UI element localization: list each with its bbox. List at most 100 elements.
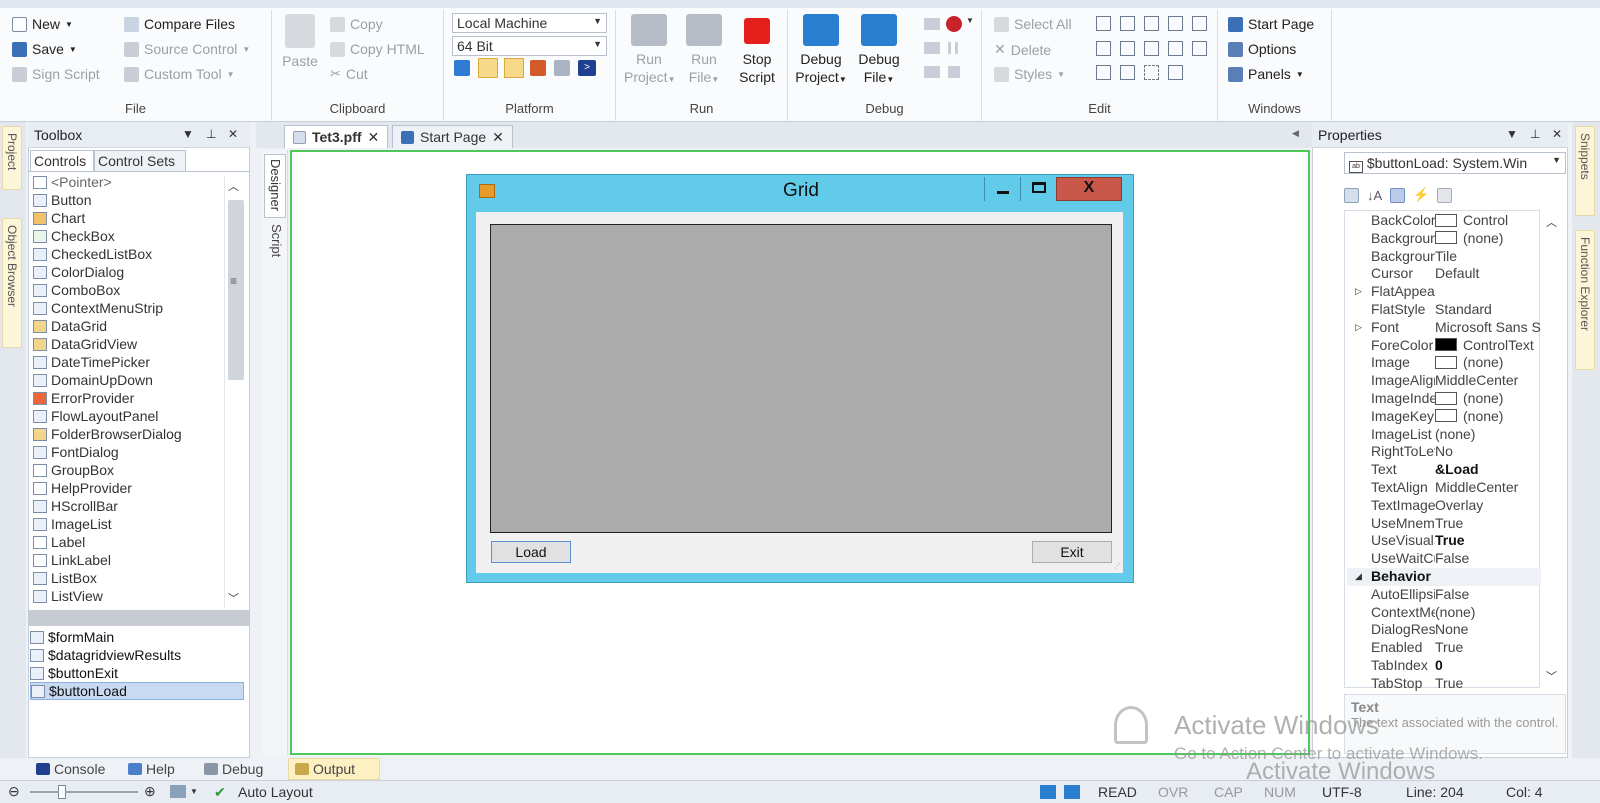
close-icon[interactable]: ✕ <box>1552 127 1562 141</box>
close-icon[interactable]: ✕ <box>228 127 238 141</box>
center-horizontal-icon[interactable] <box>1120 40 1135 56</box>
step-out-icon[interactable] <box>924 66 940 78</box>
toolbox-item[interactable]: HelpProvider <box>33 479 132 497</box>
delete-button[interactable]: ✕ Delete <box>994 41 1051 58</box>
collapse-icon[interactable]: ◢ <box>1355 571 1362 582</box>
toolbox-item[interactable]: ListView <box>33 587 103 605</box>
paste-button[interactable]: Paste <box>278 14 322 70</box>
same-height-icon[interactable] <box>1168 40 1183 56</box>
toolbox-item[interactable]: Label <box>33 533 85 551</box>
download-icon[interactable] <box>530 60 546 76</box>
align-bottom-icon[interactable] <box>1120 16 1135 31</box>
dropdown-arrow-icon[interactable]: ▼ <box>1506 127 1518 141</box>
property-row[interactable]: RightToLeft No <box>1347 443 1541 461</box>
new-button[interactable]: New ▼ <box>12 16 73 32</box>
custom-tool-button[interactable]: Custom Tool ▼ <box>124 66 234 82</box>
start-page-button[interactable]: Start Page <box>1228 16 1314 32</box>
continue-icon[interactable] <box>948 66 960 78</box>
toolbox-item[interactable]: ErrorProvider <box>33 389 134 407</box>
console-icon[interactable]: > <box>578 60 596 76</box>
align-center-icon[interactable] <box>1144 16 1159 31</box>
options-button[interactable]: Options <box>1228 41 1296 57</box>
toolbox-item[interactable]: Chart <box>33 209 85 227</box>
property-row[interactable]: ImageList (none) <box>1347 426 1541 444</box>
dropdown-arrow-icon[interactable]: ▼ <box>182 127 194 141</box>
layout-icon[interactable] <box>170 785 186 798</box>
property-row[interactable]: ImageIndex (none) <box>1347 390 1541 408</box>
tab-tet3[interactable]: Tet3.pff ✕ <box>284 125 389 148</box>
scroll-down-icon[interactable]: ﹀ <box>1546 668 1557 684</box>
property-row[interactable]: Text &Load <box>1347 461 1541 479</box>
compare-files-button[interactable]: Compare Files <box>124 16 235 32</box>
toolbox-item[interactable]: <Pointer> <box>33 173 112 191</box>
stop-script-button[interactable]: Stop Script <box>734 14 780 86</box>
maximize-button[interactable] <box>1020 177 1056 201</box>
properties-scrollbar[interactable]: ︿ ﹀ <box>1542 212 1564 688</box>
copy-html-button[interactable]: Copy HTML <box>330 41 425 57</box>
object-item[interactable]: $buttonLoad <box>30 682 244 700</box>
pin-icon[interactable]: ⊥ <box>206 127 216 141</box>
property-row[interactable]: UseWaitCursorFalse <box>1347 550 1541 568</box>
close-icon[interactable]: ✕ <box>492 129 504 146</box>
cut-button[interactable]: ✂ Cut <box>330 66 368 82</box>
project-side-tab[interactable]: Project <box>2 126 22 190</box>
snippets-side-tab[interactable]: Snippets <box>1575 126 1595 216</box>
breakpoint-icon[interactable] <box>946 16 962 32</box>
tab-script[interactable]: Script <box>264 220 286 274</box>
zoom-out-icon[interactable]: ⊖ <box>8 783 20 800</box>
property-row[interactable]: Cursor Default <box>1347 265 1541 283</box>
toolbox-item[interactable]: ListBox <box>33 569 97 587</box>
zoom-slider[interactable] <box>30 791 138 793</box>
property-row[interactable]: BackColor Control <box>1347 212 1541 230</box>
load-button[interactable]: Load <box>491 541 571 563</box>
toolbox-item[interactable]: FlowLayoutPanel <box>33 407 158 425</box>
toolbox-item[interactable]: CheckBox <box>33 227 115 245</box>
auto-layout-label[interactable]: Auto Layout <box>238 784 313 800</box>
run-project-button[interactable]: Run Project▼ <box>624 14 676 89</box>
toolbox-scrollbar[interactable]: ︿ ≡ ﹀ <box>224 176 246 608</box>
center-middle-icon[interactable] <box>1120 65 1135 81</box>
property-row[interactable]: BackgroundImage (none) <box>1347 230 1541 248</box>
property-row[interactable]: ◢ Behavior <box>1347 568 1541 586</box>
form-window[interactable]: Grid X Load Exit ⋰ <box>466 174 1134 583</box>
object-browser-side-tab[interactable]: Object Browser <box>2 218 22 348</box>
property-row[interactable]: ▷ FlatAppearance <box>1347 283 1541 301</box>
tab-console[interactable]: Console <box>30 758 111 780</box>
align-right-icon[interactable] <box>1096 40 1111 56</box>
source-control-button[interactable]: Source Control ▼ <box>124 41 250 57</box>
property-row[interactable]: ImageKey (none) <box>1347 408 1541 426</box>
property-row[interactable]: ▷ Font Microsoft Sans Serif <box>1347 319 1541 337</box>
debug-file-button[interactable]: Debug File▼ <box>854 14 904 89</box>
copy-button[interactable]: Copy <box>330 16 383 32</box>
toolbox-item[interactable]: ColorDialog <box>33 263 124 281</box>
close-icon[interactable]: ✕ <box>368 129 380 146</box>
property-row[interactable]: AutoEllipsisFalse <box>1347 586 1541 604</box>
scroll-up-icon[interactable]: ︿ <box>1546 214 1557 230</box>
copy-files-icon[interactable] <box>554 60 570 76</box>
datagridview-results[interactable] <box>490 224 1112 533</box>
send-back-icon[interactable] <box>1168 65 1183 81</box>
toolbox-item[interactable]: DataGrid <box>33 317 107 335</box>
property-row[interactable]: UseMnemonicTrue <box>1347 515 1541 533</box>
bitness-select[interactable]: 64 Bit ▼ <box>452 36 607 56</box>
sort-az-icon[interactable]: ↓A <box>1367 188 1382 203</box>
object-item[interactable]: $datagridviewResults <box>30 646 244 664</box>
chevron-down-icon[interactable]: ▼ <box>966 16 974 25</box>
tab-scroll-left-icon[interactable]: ◀ <box>1292 128 1299 139</box>
step-into-icon[interactable] <box>924 42 940 54</box>
property-row[interactable]: ContextMenuStrip(none) <box>1347 604 1541 622</box>
resize-grip-icon[interactable]: ⋰ <box>1114 562 1121 570</box>
scroll-thumb[interactable] <box>228 200 244 380</box>
zoom-in-icon[interactable]: ⊕ <box>144 783 156 800</box>
tab-controls[interactable]: Controls <box>30 150 94 171</box>
property-row[interactable]: TextAlign MiddleCenter <box>1347 479 1541 497</box>
platform-mode-icon[interactable] <box>478 58 498 78</box>
save-button[interactable]: Save ▼ <box>12 41 77 57</box>
tab-output[interactable]: Output <box>288 758 380 780</box>
machine-select[interactable]: Local Machine ▼ <box>452 13 607 33</box>
properties-view-icon[interactable] <box>1390 187 1406 203</box>
property-row[interactable]: ImageAlign MiddleCenter <box>1347 372 1541 390</box>
scroll-up-icon[interactable]: ︿ <box>228 178 239 194</box>
exit-button[interactable]: Exit <box>1032 541 1112 563</box>
function-explorer-side-tab[interactable]: Function Explorer <box>1575 230 1595 370</box>
